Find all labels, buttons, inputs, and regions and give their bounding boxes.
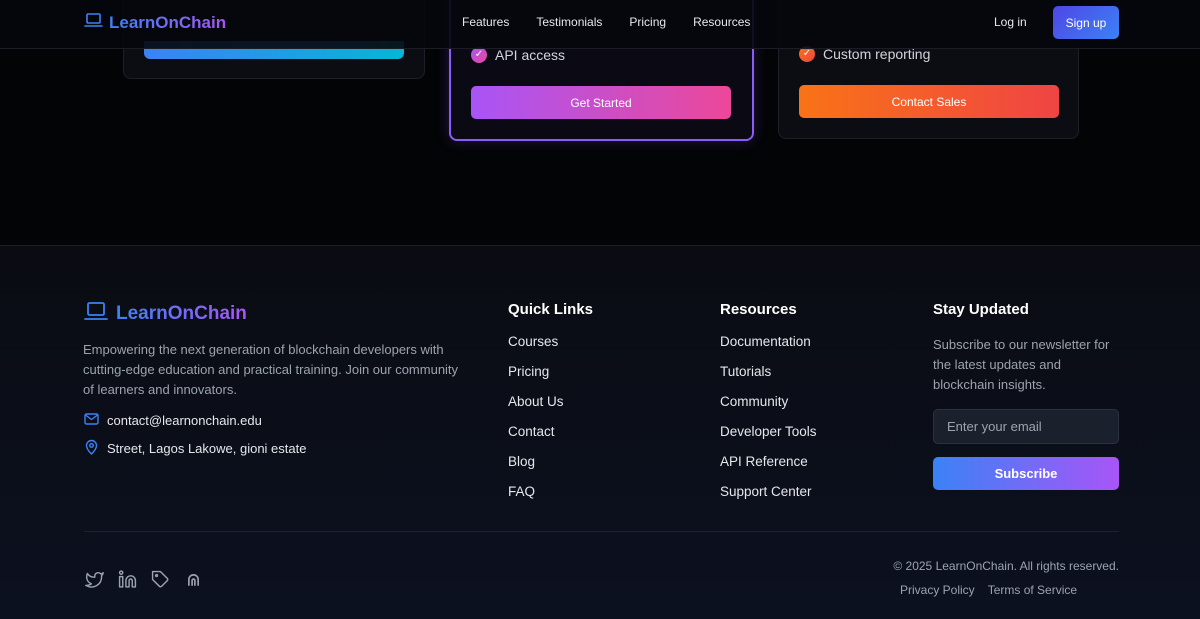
- page: ✓ API access Get Started ✓ Custom report…: [0, 0, 1200, 619]
- top-navbar: LearnOnChain Features Testimonials Prici…: [0, 0, 1200, 49]
- laptop-icon: [84, 301, 108, 326]
- check-icon: ✓: [471, 47, 487, 63]
- footer-link-support-center[interactable]: Support Center: [720, 485, 817, 515]
- legal-links: Privacy Policy Terms of Service: [900, 583, 1077, 597]
- privacy-policy-link[interactable]: Privacy Policy: [900, 583, 975, 597]
- footer-divider: [84, 531, 1119, 532]
- footer-description: Empowering the next generation of blockc…: [83, 342, 459, 397]
- pro-feature-label: API access: [495, 47, 566, 63]
- footer-link-documentation[interactable]: Documentation: [720, 335, 817, 365]
- tag-icon[interactable]: [150, 569, 170, 589]
- contact-address-text: Street, Lagos Lakowe, gioni estate: [107, 441, 307, 456]
- contact-sales-button[interactable]: Contact Sales: [799, 85, 1059, 118]
- map-pin-icon: [84, 439, 99, 458]
- terms-of-service-link[interactable]: Terms of Service: [988, 583, 1077, 597]
- pro-feature-item: ✓ API access: [471, 47, 565, 63]
- laptop-icon: [84, 12, 103, 33]
- nav-link-features[interactable]: Features: [462, 15, 509, 29]
- nav-links: Features Testimonials Pricing Resources: [462, 15, 750, 29]
- brand-logo[interactable]: LearnOnChain: [84, 12, 226, 33]
- newsletter-column: Stay Updated Subscribe to our newsletter…: [933, 301, 1119, 490]
- twitter-icon[interactable]: [84, 569, 104, 589]
- site-footer: LearnOnChain Empowering the next generat…: [0, 245, 1200, 619]
- login-link[interactable]: Log in: [994, 15, 1027, 29]
- contact-address: Street, Lagos Lakowe, gioni estate: [84, 439, 306, 458]
- newsletter-description: Subscribe to our newsletter for the late…: [933, 337, 1110, 392]
- resources-column: Resources Documentation Tutorials Commun…: [720, 301, 817, 515]
- copyright-text: © 2025 LearnOnChain. All rights reserved…: [893, 559, 1119, 573]
- signup-button[interactable]: Sign up: [1053, 6, 1119, 39]
- brand-name: LearnOnChain: [109, 12, 227, 32]
- nav-link-pricing[interactable]: Pricing: [629, 15, 666, 29]
- social-links: [84, 569, 203, 589]
- footer-brand-name: LearnOnChain: [116, 302, 247, 324]
- footer-link-api-reference[interactable]: API Reference: [720, 455, 817, 485]
- mail-icon: [84, 413, 99, 428]
- footer-link-contact[interactable]: Contact: [508, 425, 593, 455]
- nav-link-resources[interactable]: Resources: [693, 15, 750, 29]
- footer-link-faq[interactable]: FAQ: [508, 485, 593, 515]
- footer-link-tutorials[interactable]: Tutorials: [720, 365, 817, 395]
- footer-link-about-us[interactable]: About Us: [508, 395, 593, 425]
- newsletter-email-input[interactable]: [933, 409, 1119, 444]
- footer-link-pricing[interactable]: Pricing: [508, 365, 593, 395]
- contact-email[interactable]: contact@learnonchain.edu: [84, 413, 262, 428]
- newsletter-title: Stay Updated: [933, 301, 1029, 318]
- subscribe-button[interactable]: Subscribe: [933, 457, 1119, 490]
- footer-link-developer-tools[interactable]: Developer Tools: [720, 425, 817, 455]
- quick-links-title: Quick Links: [508, 301, 594, 318]
- arch-icon[interactable]: [183, 569, 203, 589]
- footer-link-blog[interactable]: Blog: [508, 455, 593, 485]
- footer-brand[interactable]: LearnOnChain: [84, 301, 247, 326]
- nav-link-testimonials[interactable]: Testimonials: [536, 15, 602, 29]
- footer-link-community[interactable]: Community: [720, 395, 817, 425]
- quick-links-column: Quick Links Courses Pricing About Us Con…: [508, 301, 593, 515]
- get-started-button[interactable]: Get Started: [471, 86, 731, 119]
- footer-link-courses[interactable]: Courses: [508, 335, 593, 365]
- linkedin-icon[interactable]: [117, 569, 137, 589]
- contact-email-text: contact@learnonchain.edu: [107, 413, 262, 428]
- resources-title: Resources: [720, 301, 797, 318]
